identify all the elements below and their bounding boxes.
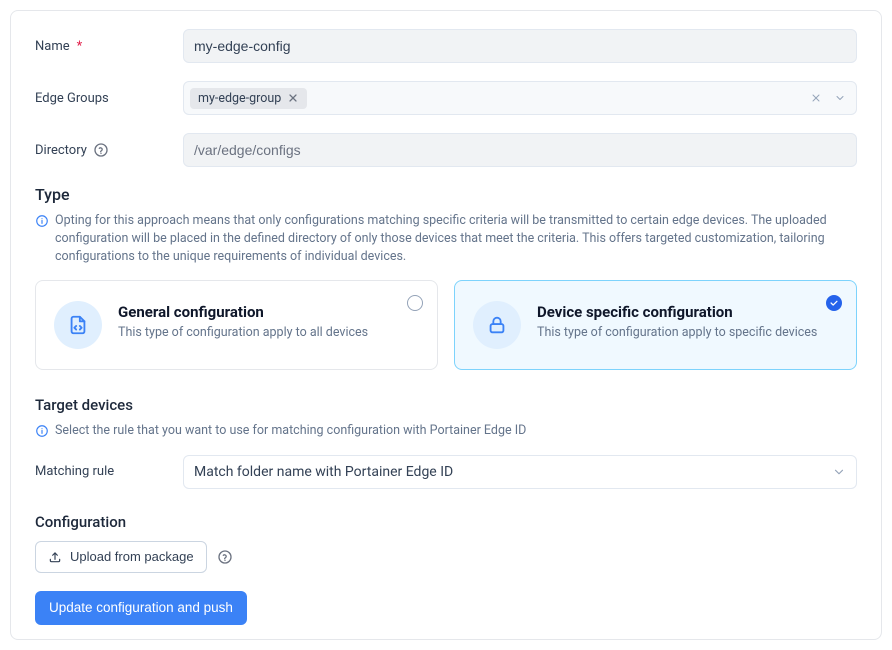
close-icon xyxy=(810,91,822,105)
card-general-desc: This type of configuration apply to all … xyxy=(118,325,419,340)
label-matching-rule: Matching rule xyxy=(35,464,183,479)
submit-label: Update configuration and push xyxy=(49,600,233,615)
edge-groups-multiselect[interactable]: my-edge-group xyxy=(183,81,857,115)
row-matching-rule: Matching rule Match folder name with Por… xyxy=(35,455,857,489)
type-info: Opting for this approach means that only… xyxy=(35,212,857,266)
card-device-desc: This type of configuration apply to spec… xyxy=(537,325,838,340)
check-icon xyxy=(829,298,839,308)
card-icon-wrap xyxy=(473,301,521,349)
clear-all-button[interactable] xyxy=(804,86,828,110)
upload-icon xyxy=(48,550,62,564)
info-icon xyxy=(35,424,49,438)
type-info-text: Opting for this approach means that only… xyxy=(55,212,857,266)
matching-rule-selected: Match folder name with Portainer Edge ID xyxy=(194,464,453,480)
section-title-configuration: Configuration xyxy=(35,513,857,531)
edge-group-tag-label: my-edge-group xyxy=(198,91,281,106)
dropdown-toggle-button[interactable] xyxy=(828,86,852,110)
card-device-title: Device specific configuration xyxy=(537,303,838,321)
file-code-icon xyxy=(67,314,89,336)
help-icon[interactable] xyxy=(93,142,109,158)
chevron-down-icon xyxy=(834,91,846,105)
radio-device[interactable] xyxy=(826,295,842,311)
row-directory: Directory xyxy=(35,133,857,167)
edge-config-form: Name * Edge Groups my-edge-group xyxy=(10,10,882,640)
lock-icon xyxy=(486,314,508,336)
type-cards: General configuration This type of confi… xyxy=(35,280,857,370)
label-name: Name * xyxy=(35,39,183,54)
label-name-text: Name xyxy=(35,39,70,54)
upload-row: Upload from package xyxy=(35,541,857,573)
target-info: Select the rule that you want to use for… xyxy=(35,422,857,440)
upload-button-label: Upload from package xyxy=(70,549,194,564)
label-directory: Directory xyxy=(35,142,183,158)
update-and-push-button[interactable]: Update configuration and push xyxy=(35,591,247,625)
edge-group-tag: my-edge-group xyxy=(190,88,307,109)
matching-rule-select[interactable]: Match folder name with Portainer Edge ID xyxy=(183,455,857,489)
chevron-down-icon xyxy=(832,465,846,479)
label-directory-text: Directory xyxy=(35,143,87,158)
directory-input[interactable] xyxy=(183,133,857,167)
target-info-text: Select the rule that you want to use for… xyxy=(55,422,526,440)
card-device-specific-configuration[interactable]: Device specific configuration This type … xyxy=(454,280,857,370)
card-icon-wrap xyxy=(54,301,102,349)
label-edge-groups: Edge Groups xyxy=(35,91,183,106)
section-title-target: Target devices xyxy=(35,396,857,414)
upload-from-package-button[interactable]: Upload from package xyxy=(35,541,207,573)
info-icon xyxy=(35,214,49,228)
row-edge-groups: Edge Groups my-edge-group xyxy=(35,81,857,115)
help-icon[interactable] xyxy=(217,549,233,565)
radio-general[interactable] xyxy=(407,295,423,311)
name-input[interactable] xyxy=(183,29,857,63)
row-name: Name * xyxy=(35,29,857,63)
tag-remove-icon[interactable] xyxy=(287,92,299,104)
card-general-configuration[interactable]: General configuration This type of confi… xyxy=(35,280,438,370)
card-general-title: General configuration xyxy=(118,303,419,321)
required-asterisk: * xyxy=(77,39,83,54)
section-title-type: Type xyxy=(35,185,857,204)
